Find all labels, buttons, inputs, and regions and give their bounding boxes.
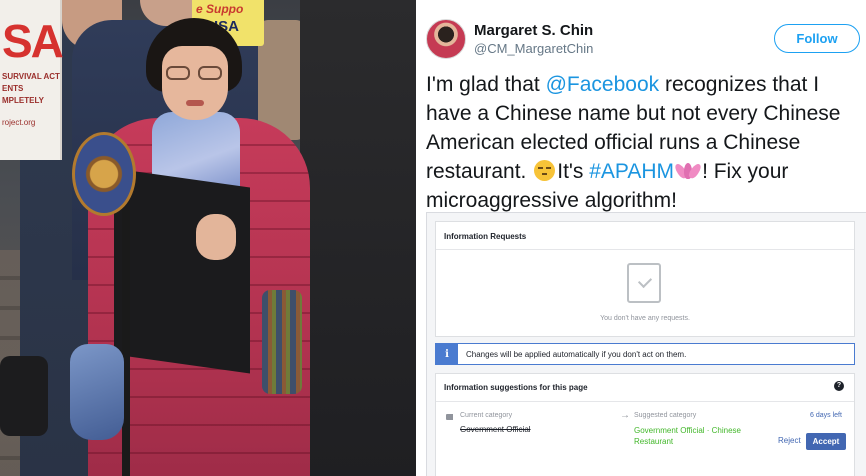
tweet-text-fragment: recognizes that I bbox=[659, 73, 820, 96]
sign-right-top-text: e Suppo bbox=[196, 2, 244, 16]
blue-bag bbox=[70, 344, 124, 440]
arrow-right-icon: → bbox=[620, 410, 630, 421]
tweet-text-fragment: It's bbox=[557, 160, 590, 183]
current-category-label: Current category bbox=[460, 412, 513, 419]
hand bbox=[196, 214, 236, 260]
backpack bbox=[0, 356, 48, 436]
glasses bbox=[166, 66, 224, 82]
mention-link[interactable]: @Facebook bbox=[546, 73, 660, 96]
requests-empty-text: You don't have any requests. bbox=[600, 315, 690, 322]
tweet-panel: Margaret S. Chin @CM_MargaretChin Follow… bbox=[416, 0, 866, 476]
divider bbox=[436, 249, 854, 250]
face bbox=[162, 46, 228, 120]
clipboard-check-icon bbox=[627, 263, 661, 303]
tweet-line: have a Chinese name but not every Chines… bbox=[426, 102, 841, 125]
follow-button[interactable]: Follow bbox=[774, 24, 860, 53]
mouth bbox=[186, 100, 204, 106]
tweet-text-fragment: restaurant. bbox=[426, 160, 533, 183]
lectern-stand bbox=[122, 210, 130, 476]
lotus-icon bbox=[673, 161, 703, 181]
auto-apply-notice: i Changes will be applied automatically … bbox=[435, 343, 855, 365]
time-left-text: 6 days left bbox=[810, 412, 842, 419]
sign-left-line: ENTS bbox=[2, 84, 24, 93]
striped-bag bbox=[262, 290, 302, 394]
speaker-photo: SA SURVIVAL ACT ENTS MPLETELY roject.org… bbox=[0, 0, 416, 476]
sign-left-line: MPLETELY bbox=[2, 96, 44, 105]
suggestions-title: Information suggestions for this page bbox=[444, 383, 588, 392]
sign-left-line: roject.org bbox=[2, 118, 36, 127]
reject-button[interactable]: Reject bbox=[778, 436, 801, 445]
help-icon[interactable]: ? bbox=[834, 381, 844, 391]
notice-text: Changes will be applied automatically if… bbox=[466, 349, 687, 359]
info-icon: i bbox=[436, 343, 458, 365]
tweet-text-fragment: ! Fix your bbox=[702, 160, 789, 183]
avatar[interactable] bbox=[426, 19, 466, 59]
unamused-face-icon bbox=[534, 160, 556, 181]
sign-left-big-text: SA bbox=[2, 15, 64, 67]
protest-sign-left: SA SURVIVAL ACT ENTS MPLETELY roject.org bbox=[0, 0, 64, 160]
current-category-value: Government Official bbox=[460, 425, 531, 434]
lectern bbox=[114, 168, 250, 374]
tag-icon bbox=[446, 414, 453, 420]
requests-title: Information Requests bbox=[444, 232, 527, 241]
suggested-category-value: Government Official · Chinese Restaurant bbox=[634, 426, 742, 446]
suggested-category-label: Suggested category bbox=[634, 412, 697, 419]
information-requests-panel: Information Requests You don't have any … bbox=[435, 221, 855, 337]
information-suggestions-panel: Information suggestions for this page ? … bbox=[435, 373, 855, 476]
sign-left-line: SURVIVAL ACT bbox=[2, 72, 60, 81]
tweet-line: I'm glad that @Facebook recognizes that … bbox=[426, 70, 866, 99]
hashtag-link[interactable]: #APAHM bbox=[589, 160, 674, 183]
tweet-line: restaurant. It's #APAHM ! Fix your bbox=[426, 157, 866, 186]
divider bbox=[436, 401, 854, 402]
tweet-line: American elected official runs a Chinese bbox=[426, 131, 801, 154]
background-person-right bbox=[300, 0, 416, 476]
author-handle[interactable]: @CM_MargaretChin bbox=[474, 41, 593, 56]
facebook-suggestion-screenshot[interactable]: Information Requests You don't have any … bbox=[426, 212, 866, 476]
tweet-text-fragment: I'm glad that bbox=[426, 73, 546, 96]
tweet-text: I'm glad that @Facebook recognizes that … bbox=[426, 70, 866, 215]
city-seal bbox=[72, 132, 136, 216]
accept-button[interactable]: Accept bbox=[806, 433, 846, 450]
author-name[interactable]: Margaret S. Chin bbox=[474, 22, 593, 39]
tweet-line: microaggressive algorithm! bbox=[426, 189, 677, 212]
